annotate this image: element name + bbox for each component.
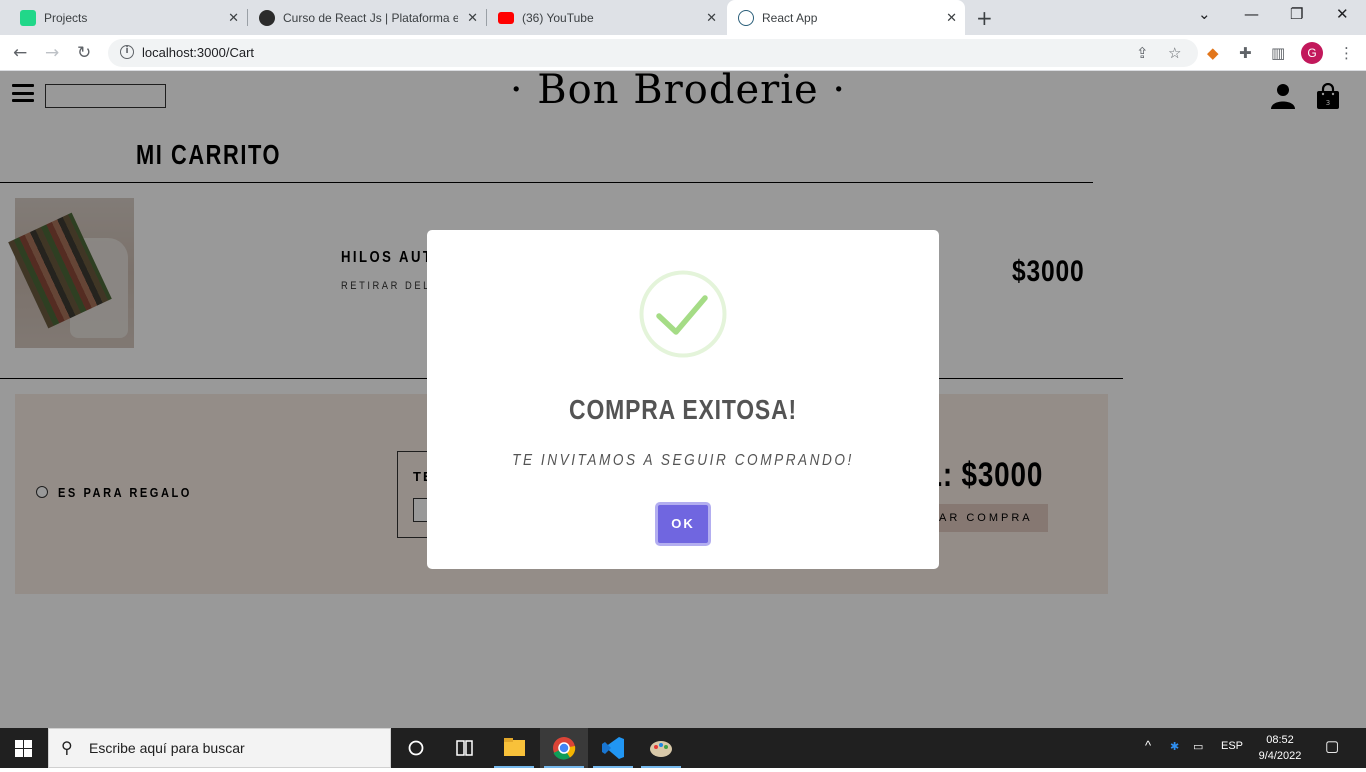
forward-icon[interactable]: →: [45, 43, 59, 63]
youtube-favicon-icon: [498, 11, 514, 24]
taskbar-search-box[interactable]: ⚲ Escribe aquí para buscar: [48, 728, 391, 768]
search-icon: ⚲: [61, 738, 73, 757]
bookmark-star-icon[interactable]: ☆: [1168, 44, 1181, 62]
modal-backdrop[interactable]: COMPRA EXITOSA! TE INVITAMOS A SEGUIR CO…: [0, 71, 1366, 728]
ok-button[interactable]: OK: [655, 502, 711, 546]
clock-date: 9/4/2022: [1258, 750, 1302, 762]
show-hidden-icons-chevron-icon[interactable]: ^: [1145, 738, 1151, 753]
minimize-icon[interactable]: —: [1244, 5, 1259, 23]
address-bar[interactable]: i localhost:3000/Cart: [108, 39, 1198, 67]
close-tab-icon[interactable]: ✕: [706, 10, 717, 26]
system-clock[interactable]: 08:52 9/4/2022: [1248, 732, 1312, 764]
close-tab-icon[interactable]: ✕: [228, 10, 239, 26]
clock-time: 08:52: [1266, 734, 1294, 746]
tab-title: Projects: [44, 10, 88, 25]
cortana-icon[interactable]: [392, 728, 440, 768]
side-panel-icon[interactable]: ▥: [1271, 44, 1285, 62]
task-view-icon[interactable]: [440, 728, 488, 768]
tab-projects[interactable]: Projects ✕: [0, 0, 247, 35]
bluetooth-icon[interactable]: ✱: [1170, 740, 1179, 753]
dialog-message: TE INVITAMOS A SEGUIR COMPRANDO!: [512, 452, 854, 469]
metamask-extension-icon[interactable]: ◆: [1207, 44, 1219, 62]
close-window-icon[interactable]: ✕: [1336, 5, 1349, 23]
browser-menu-icon[interactable]: ⋮: [1339, 44, 1354, 62]
taskbar-search-placeholder: Escribe aquí para buscar: [89, 740, 245, 756]
windows-taskbar: ⚲ Escribe aquí para buscar ^ ✱ ▭ ESP 08:…: [0, 728, 1366, 768]
browser-tab-strip: Projects ✕ Curso de React Js | Plataform…: [0, 0, 1366, 35]
new-tab-icon[interactable]: +: [976, 6, 993, 30]
url-text[interactable]: localhost:3000/Cart: [142, 45, 254, 60]
battery-icon[interactable]: ▭: [1193, 740, 1203, 753]
tab-title: React App: [762, 10, 818, 25]
reload-icon[interactable]: ↻: [77, 43, 91, 63]
tab-title: Curso de React Js | Plataforma eL: [283, 10, 458, 25]
site-info-icon[interactable]: i: [120, 45, 134, 59]
share-icon[interactable]: ⇪: [1136, 44, 1149, 62]
react-favicon-icon: [738, 9, 754, 26]
tab-search-chevron-icon[interactable]: ⌄: [1198, 5, 1211, 23]
tab-title: (36) YouTube: [522, 10, 594, 25]
profile-avatar[interactable]: G: [1301, 42, 1323, 64]
file-explorer-icon[interactable]: [490, 728, 538, 768]
pycharm-favicon-icon: [20, 9, 36, 26]
notifications-icon[interactable]: ▢: [1325, 737, 1339, 755]
close-tab-icon[interactable]: ✕: [946, 10, 957, 26]
tab-curso-react[interactable]: Curso de React Js | Plataforma eL ✕: [248, 0, 486, 35]
language-indicator[interactable]: ESP: [1221, 740, 1243, 752]
dialog-title: COMPRA EXITOSA!: [569, 394, 797, 425]
course-favicon-icon: [259, 9, 275, 26]
extensions-puzzle-icon[interactable]: ✚: [1239, 44, 1252, 62]
success-dialog: COMPRA EXITOSA! TE INVITAMOS A SEGUIR CO…: [427, 230, 939, 569]
browser-toolbar: ← → ↻ i localhost:3000/Cart ⇪ ☆ ◆ ✚ ▥ G …: [0, 35, 1366, 71]
tab-youtube[interactable]: (36) YouTube ✕: [487, 0, 725, 35]
back-icon[interactable]: ←: [13, 43, 27, 63]
chrome-taskbar-icon[interactable]: [540, 728, 588, 768]
windows-start-icon[interactable]: [15, 740, 32, 757]
paint-icon[interactable]: [637, 728, 685, 768]
success-check-icon: [639, 270, 727, 358]
page-viewport: · Bon Broderie · 3 MI CARRITO HILOS AUT …: [0, 71, 1366, 728]
restore-icon[interactable]: ❐: [1290, 5, 1303, 23]
tab-react-app[interactable]: React App ✕: [727, 0, 965, 35]
vscode-icon[interactable]: [589, 728, 637, 768]
close-tab-icon[interactable]: ✕: [467, 10, 478, 26]
